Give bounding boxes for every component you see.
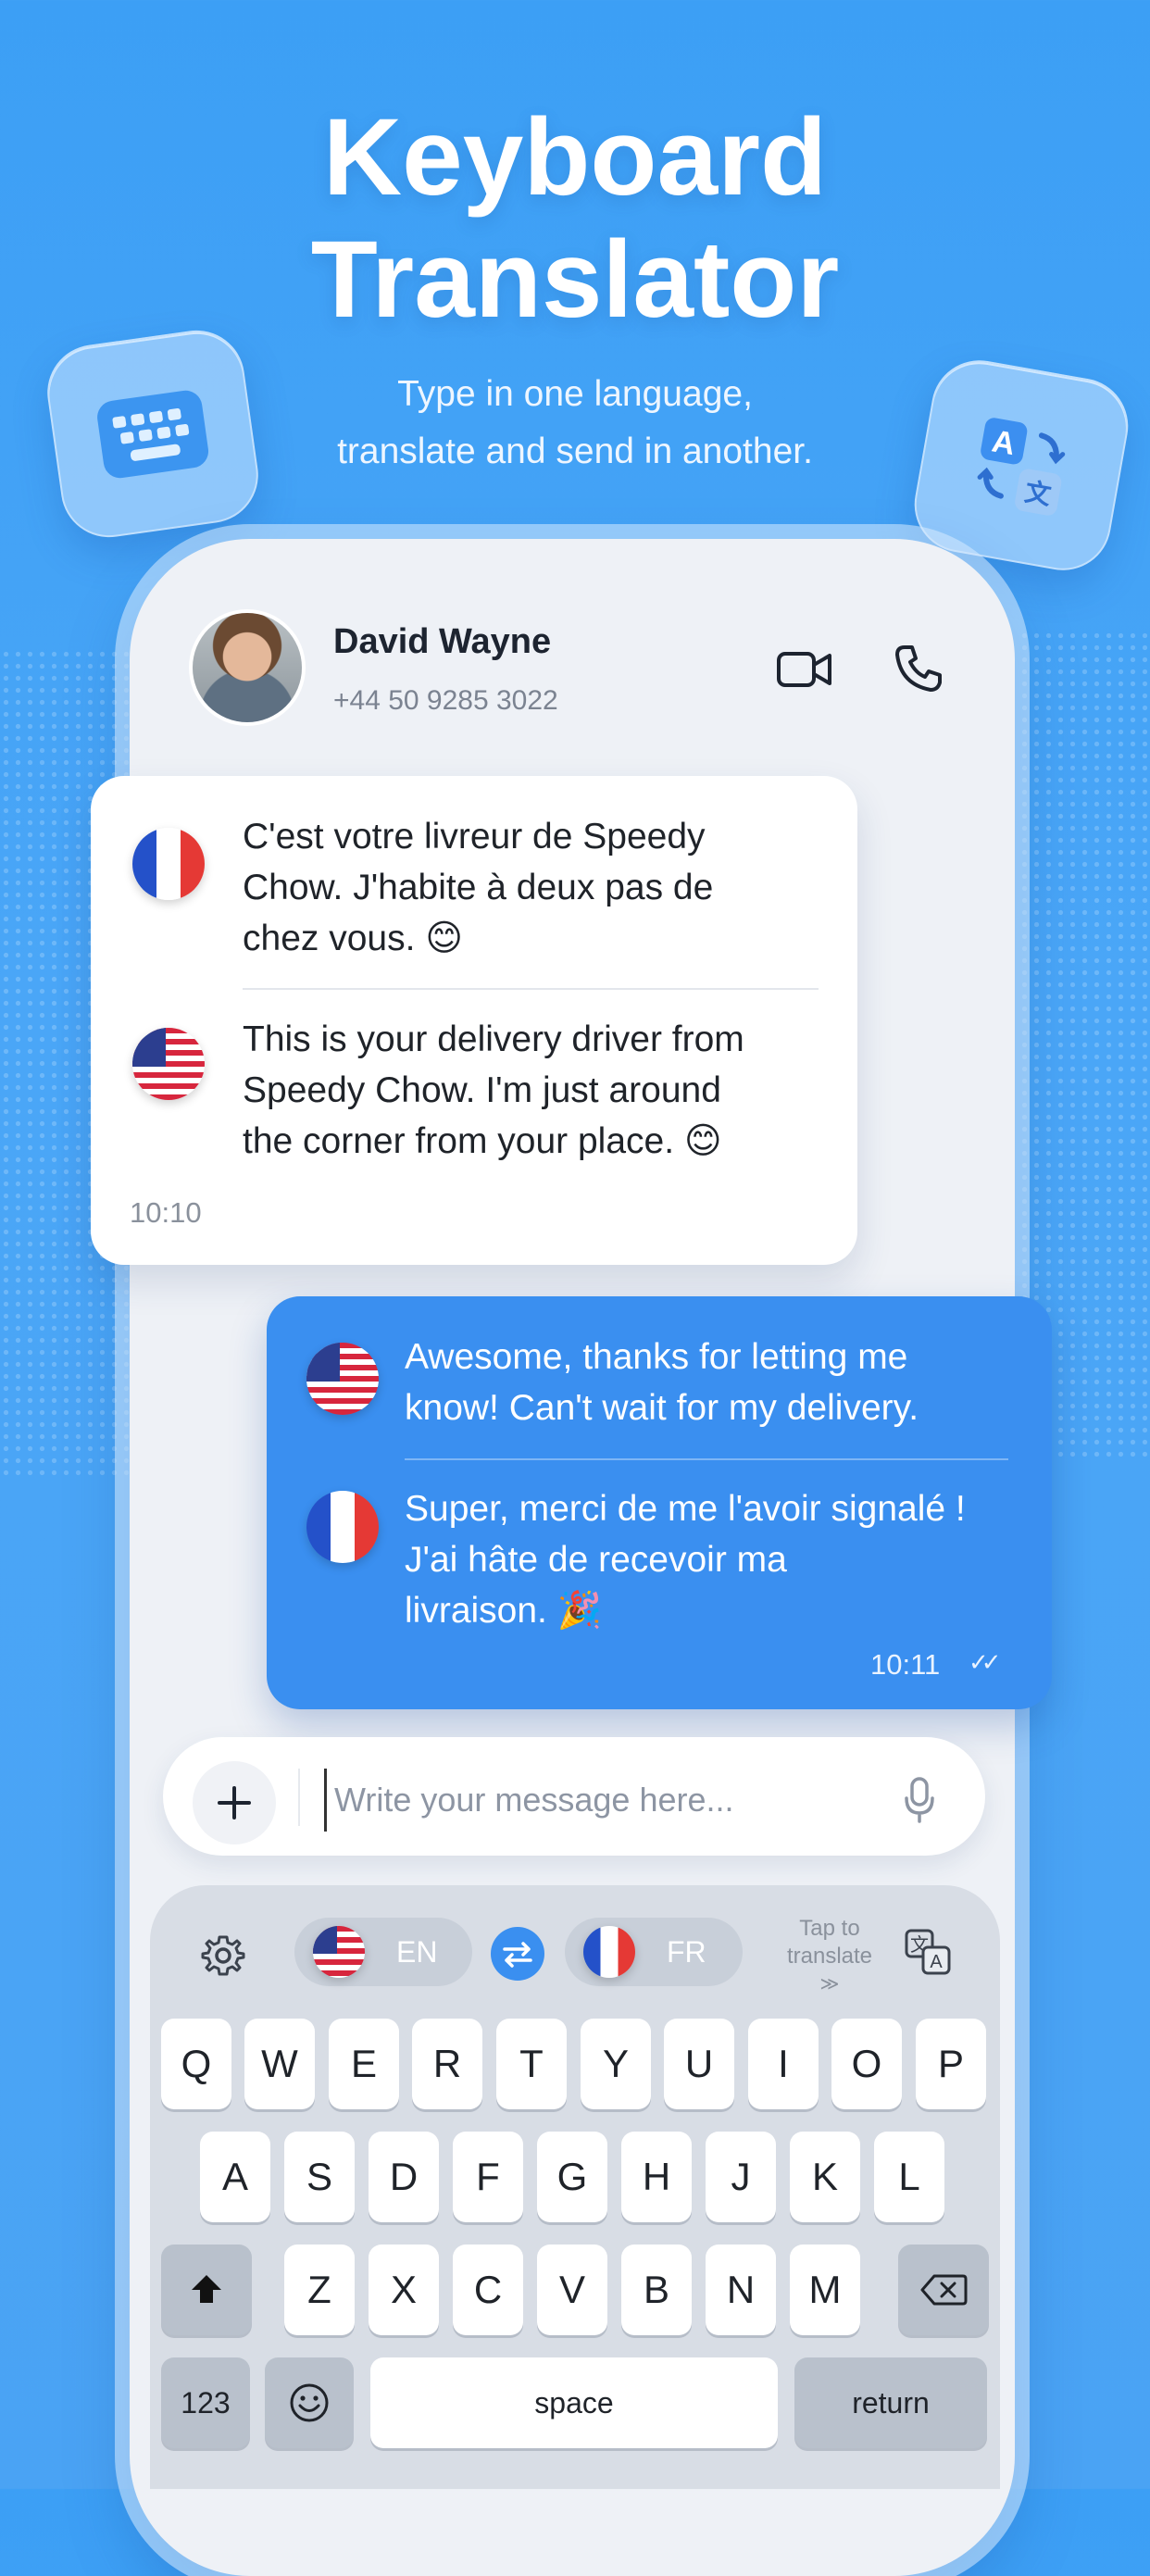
swap-arrows-icon: [503, 1942, 532, 1968]
plus-icon: [218, 1786, 251, 1819]
key-l[interactable]: L: [874, 2132, 944, 2222]
key-j[interactable]: J: [706, 2132, 776, 2222]
key-b[interactable]: B: [621, 2245, 692, 2335]
outgoing-original-text: Awesome, thanks for letting me know! Can…: [405, 1337, 919, 1428]
shift-arrow-icon: [192, 2275, 221, 2303]
backspace-key[interactable]: [898, 2245, 989, 2335]
key-o[interactable]: O: [831, 2019, 902, 2109]
translate-icon: A 文: [977, 417, 1066, 516]
emoji-key[interactable]: [265, 2357, 354, 2448]
key-t[interactable]: T: [496, 2019, 567, 2109]
key-x[interactable]: X: [369, 2245, 439, 2335]
us-flag-icon: [313, 1926, 365, 1978]
shift-key[interactable]: [161, 2245, 252, 2335]
voice-call-button[interactable]: [889, 639, 946, 696]
video-camera-icon: [777, 652, 831, 687]
key-m[interactable]: M: [790, 2245, 860, 2335]
key-g[interactable]: G: [537, 2132, 607, 2222]
key-s[interactable]: S: [284, 2132, 355, 2222]
outgoing-time: 10:11: [870, 1648, 941, 1681]
source-language-selector[interactable]: EN: [294, 1918, 472, 1986]
key-h[interactable]: H: [621, 2132, 692, 2222]
key-v[interactable]: V: [537, 2245, 607, 2335]
translate-tile: A 文: [906, 353, 1136, 578]
microphone-button[interactable]: [896, 1772, 943, 1828]
video-call-button[interactable]: [774, 643, 835, 696]
backspace-icon: [920, 2274, 968, 2306]
swap-languages-button[interactable]: [491, 1927, 544, 1981]
key-i[interactable]: I: [748, 2019, 819, 2109]
target-language-selector[interactable]: FR: [565, 1918, 743, 1986]
key-a[interactable]: A: [200, 2132, 270, 2222]
contact-name[interactable]: David Wayne: [333, 622, 551, 662]
translate-button[interactable]: 文 A: [902, 1926, 954, 1978]
key-u[interactable]: U: [664, 2019, 734, 2109]
svg-text:A: A: [930, 1952, 943, 1972]
numbers-key[interactable]: 123: [161, 2357, 250, 2448]
us-flag-icon: [306, 1343, 379, 1415]
key-y[interactable]: Y: [581, 2019, 651, 2109]
avatar[interactable]: [193, 613, 302, 722]
french-flag-icon: [583, 1926, 635, 1978]
space-key[interactable]: space: [370, 2357, 778, 2448]
gear-icon: [201, 1935, 245, 1976]
outgoing-translated-text: Super, merci de me l'avoir signalé ! J'a…: [405, 1489, 966, 1631]
key-f[interactable]: F: [453, 2132, 523, 2222]
incoming-time: 10:10: [130, 1196, 202, 1229]
return-key[interactable]: return: [794, 2357, 987, 2448]
keyboard-tile: [41, 324, 265, 544]
key-k[interactable]: K: [790, 2132, 860, 2222]
key-n[interactable]: N: [706, 2245, 776, 2335]
french-flag-icon: [306, 1491, 379, 1563]
message-input[interactable]: [324, 1769, 892, 1832]
promo-title: Keyboard Translator: [310, 96, 840, 341]
contact-phone: +44 50 9285 3022: [333, 685, 558, 716]
key-z[interactable]: Z: [284, 2245, 355, 2335]
key-p[interactable]: P: [916, 2019, 986, 2109]
outgoing-divider: [405, 1458, 1008, 1460]
svg-text:文: 文: [1022, 476, 1053, 510]
keyboard-settings-button[interactable]: [196, 1929, 250, 1982]
source-language-code: EN: [396, 1934, 438, 1969]
add-attachment-button[interactable]: [193, 1761, 276, 1844]
keyboard-icon: [97, 390, 208, 478]
key-d[interactable]: D: [369, 2132, 439, 2222]
composer-separator: [298, 1769, 300, 1826]
microphone-icon: [905, 1777, 934, 1823]
read-receipt-icon: ✓✓: [969, 1648, 1001, 1676]
incoming-translated-text: This is your delivery driver from Speedy…: [243, 1019, 744, 1161]
emoji-smiley-icon: [290, 2383, 329, 2422]
phone-icon: [895, 645, 942, 692]
key-c[interactable]: C: [453, 2245, 523, 2335]
key-w[interactable]: W: [244, 2019, 315, 2109]
french-flag-icon: [132, 828, 205, 900]
target-language-code: FR: [667, 1934, 706, 1969]
key-q[interactable]: Q: [161, 2019, 231, 2109]
key-r[interactable]: R: [412, 2019, 482, 2109]
translate-icon: 文 A: [905, 1929, 951, 1975]
incoming-original-text: C'est votre livreur de Speedy Chow. J'ha…: [243, 817, 714, 958]
incoming-divider: [243, 988, 819, 990]
tap-to-translate-button[interactable]: Tap to translate ≫: [776, 1915, 883, 1998]
key-e[interactable]: E: [329, 2019, 399, 2109]
us-flag-icon: [132, 1028, 205, 1100]
